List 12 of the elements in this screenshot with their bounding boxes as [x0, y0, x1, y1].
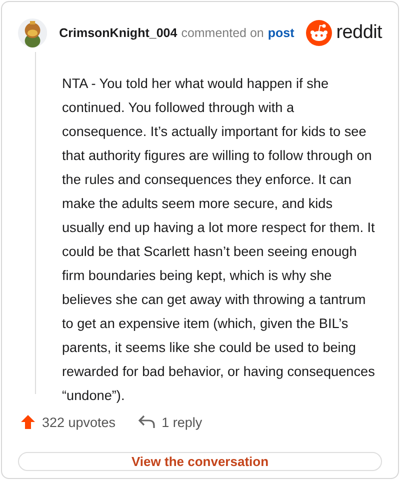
upvote-count: 322 upvotes	[42, 414, 116, 430]
avatar	[18, 16, 48, 50]
comment-text: NTA - You told her what would happen if she continued. You followed through with a consequence. It’s actually important for kids to see that authority figures are willing to follow through on the rules and consequences they enforce. It can make the adults seem more secure, and kids usually end up having a lot more respect for them. It could be that Scarlett hasn’t been seeing enough firm boundaries being kept, which is why she believes she can get away with throwing a tantrum to get an expensive item (which, given the BIL’s parents, it seems like she could be used to being rewarded for bad behavior, or having consequences “undone”).	[62, 75, 376, 405]
post-link[interactable]: post	[268, 26, 294, 40]
reddit-logo-icon	[306, 20, 332, 46]
brand-wordmark: reddit	[336, 22, 382, 44]
reply-icon[interactable]	[138, 414, 156, 430]
author-name: CrimsonKnight_004	[59, 26, 178, 40]
action-text: commented on	[181, 26, 264, 40]
view-conversation-button[interactable]: View the conversation	[18, 452, 382, 471]
upvote-icon[interactable]	[20, 414, 36, 430]
reply-count: 1 reply	[162, 414, 202, 430]
